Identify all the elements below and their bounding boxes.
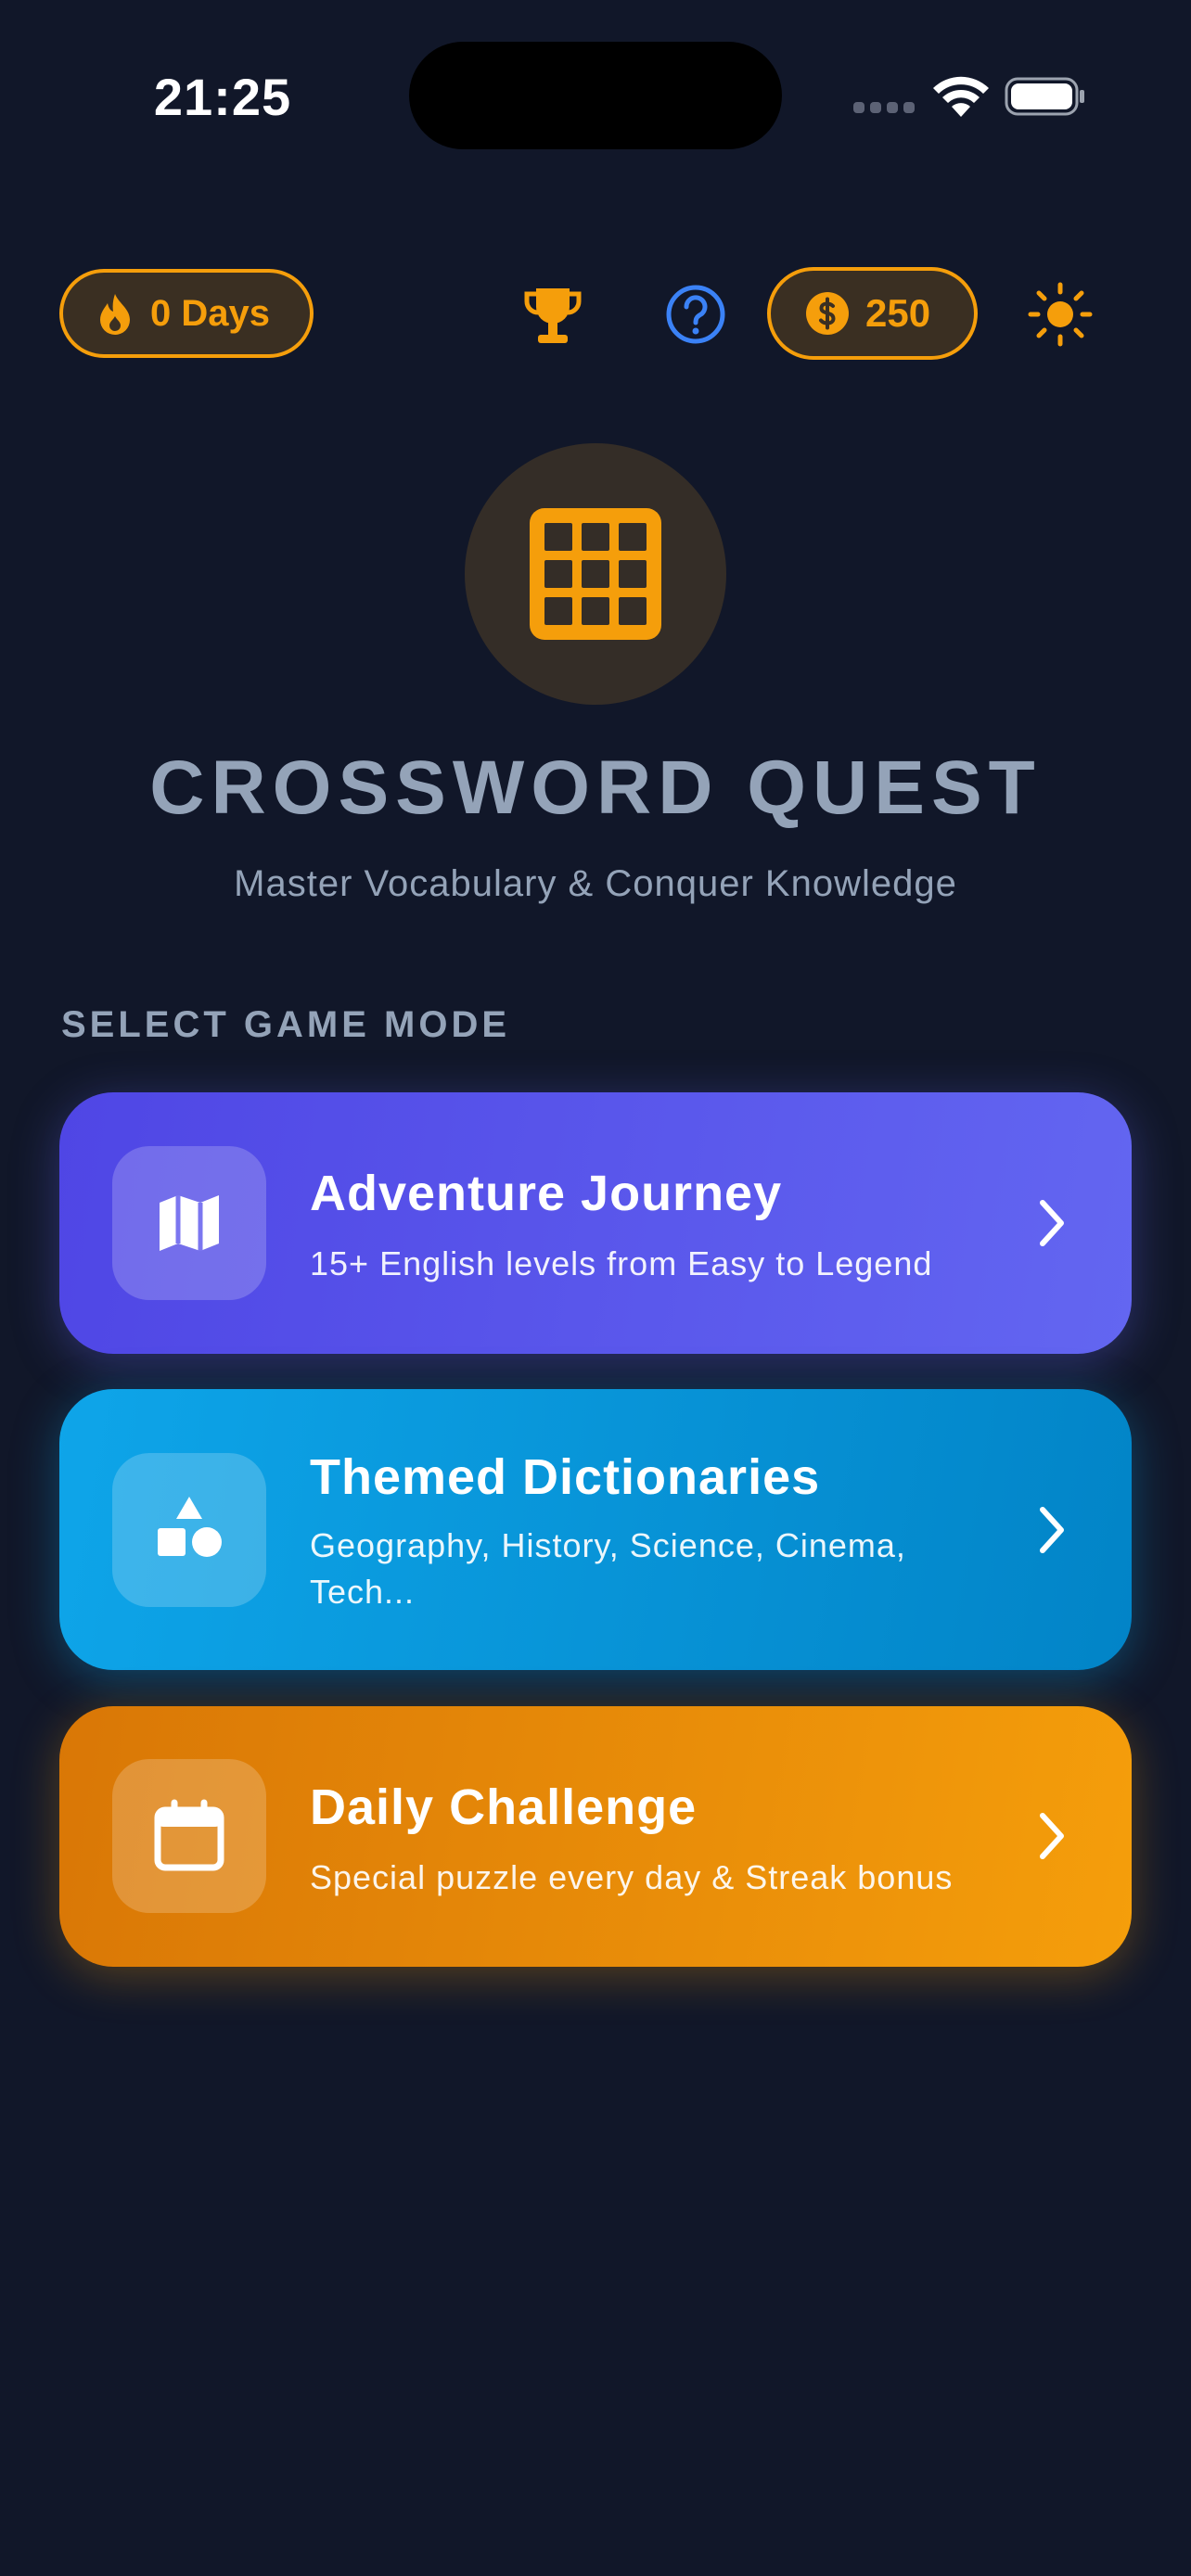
mode-description: 15+ English levels from Easy to Legend (310, 1244, 933, 1282)
mode-title: Themed Dictionaries (310, 1449, 821, 1505)
help-icon[interactable] (662, 281, 729, 348)
coins-count: 250 (865, 291, 931, 335)
dynamic-island (409, 42, 782, 149)
mode-card-themed-dictionaries[interactable]: Themed Dictionaries Geography, History, … (59, 1389, 1132, 1670)
app-subtitle: Master Vocabulary & Conquer Knowledge (234, 863, 957, 904)
grid-icon (530, 508, 661, 640)
coins-badge[interactable]: 250 (767, 267, 978, 360)
chevron-right-icon (1040, 1200, 1064, 1246)
mode-card-adventure-journey[interactable]: Adventure Journey 15+ English levels fro… (59, 1092, 1132, 1354)
icon-box (112, 1453, 266, 1607)
streak-label: 0 Days (150, 292, 270, 334)
home-screen: 21:25 0 Days 250 CROSSWORD QUEST Master … (0, 0, 1191, 2576)
calendar-icon (154, 1799, 224, 1871)
icon-box (112, 1759, 266, 1913)
sun-icon[interactable] (1027, 281, 1094, 348)
coin-icon (806, 292, 849, 335)
streak-badge[interactable]: 0 Days (59, 269, 314, 358)
shapes-icon (158, 1497, 222, 1557)
icon-box (112, 1146, 266, 1300)
cellular-signal-icon (853, 102, 915, 115)
app-logo (465, 443, 726, 705)
battery-icon (1005, 77, 1084, 116)
status-time: 21:25 (153, 68, 292, 126)
mode-card-daily-challenge[interactable]: Daily Challenge Special puzzle every day… (59, 1706, 1132, 1967)
mode-title: Adventure Journey (310, 1166, 783, 1221)
chevron-right-icon (1040, 1507, 1064, 1553)
flame-icon (100, 294, 130, 335)
app-title: CROSSWORD QUEST (149, 746, 1042, 830)
mode-description: Geography, History, Science, Cinema, Tec… (310, 1526, 906, 1611)
mode-title: Daily Challenge (310, 1779, 698, 1835)
chevron-right-icon (1040, 1813, 1064, 1859)
map-icon (160, 1195, 219, 1251)
wifi-icon (933, 76, 989, 117)
mode-description: Special puzzle every day & Streak bonus (310, 1858, 954, 1896)
trophy-icon[interactable] (519, 283, 586, 350)
section-label: SELECT GAME MODE (61, 1004, 511, 1045)
